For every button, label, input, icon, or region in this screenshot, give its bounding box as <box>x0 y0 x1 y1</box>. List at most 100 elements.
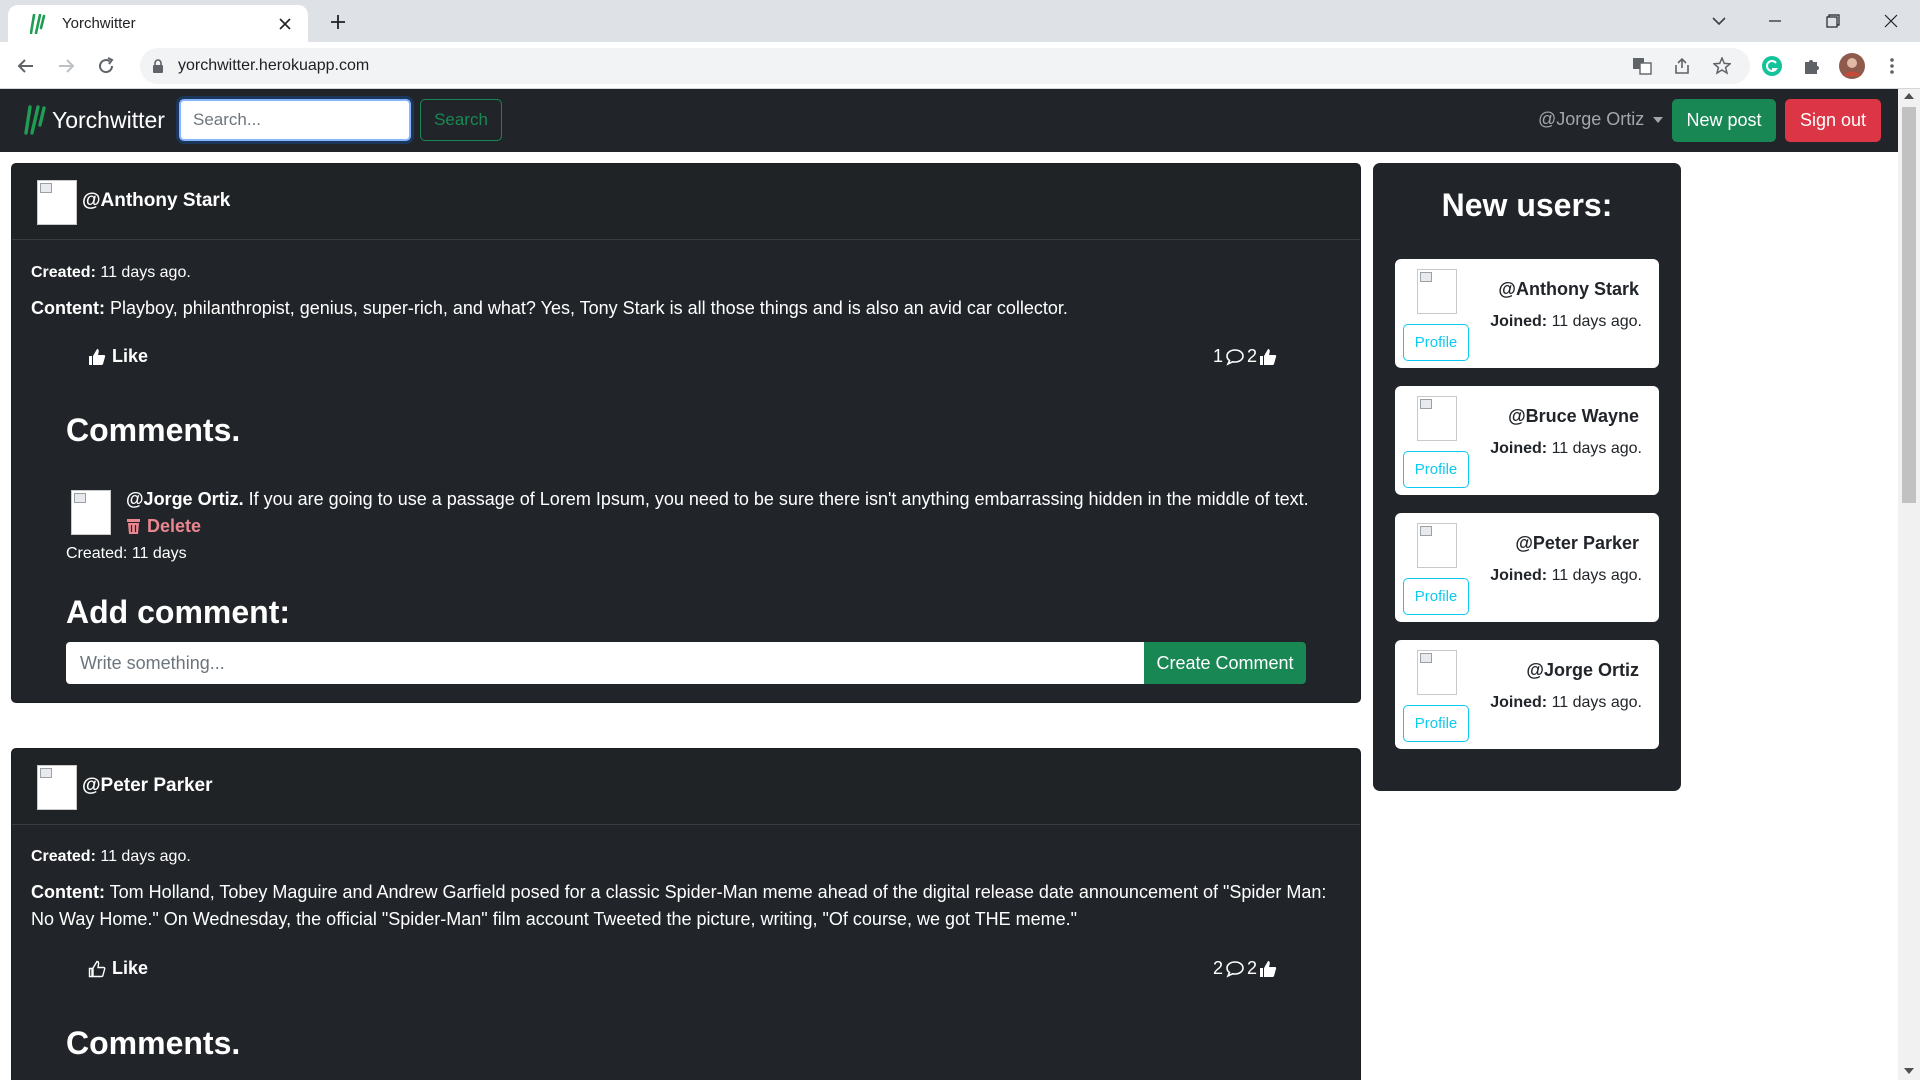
user-card-joined: Joined: 11 days ago. <box>1490 567 1642 585</box>
scrollbar-thumb[interactable] <box>1902 107 1916 503</box>
search-input[interactable] <box>179 99 411 141</box>
post-author[interactable]: @Peter Parker <box>82 775 213 797</box>
thumbs-up-filled-icon <box>89 348 106 365</box>
created-value: 11 days ago. <box>100 848 191 865</box>
profile-button[interactable]: Profile <box>1403 451 1469 488</box>
new-users-sidebar: New users: @Anthony Stark Joined: 11 day… <box>1373 163 1681 791</box>
post-created: Created: 11 days ago. <box>31 264 191 282</box>
translate-icon[interactable] <box>1630 54 1654 78</box>
post-author[interactable]: @Anthony Stark <box>82 190 230 212</box>
brand-link[interactable]: Yorchwitter <box>24 105 165 135</box>
content-text: Playboy, philanthropist, genius, super-r… <box>110 298 1068 318</box>
post-stats: 2 2 <box>1213 958 1279 979</box>
comment-bubble-icon <box>1226 348 1244 366</box>
extensions-puzzle-icon[interactable] <box>1799 53 1825 79</box>
trash-icon <box>127 519 140 534</box>
brand-name: Yorchwitter <box>52 106 165 133</box>
tab-title: Yorchwitter <box>62 15 136 32</box>
like-count: 2 <box>1247 958 1258 978</box>
profile-avatar[interactable] <box>1839 53 1865 79</box>
comments-heading: Comments. <box>66 412 241 448</box>
url-text: yorchwitter.herokuapp.com <box>178 57 370 74</box>
comment-count: 1 <box>1213 346 1224 366</box>
post-header: @Anthony Stark <box>12 164 1360 240</box>
back-icon[interactable] <box>12 52 40 80</box>
comment-author[interactable]: @Jorge Ortiz. <box>126 489 244 509</box>
yorchwitter-logo-icon <box>24 105 46 135</box>
user-card: @Jorge Ortiz Joined: 11 days ago. Profil… <box>1395 640 1659 749</box>
content-text: Tom Holland, Tobey Maguire and Andrew Ga… <box>31 882 1327 929</box>
tab-search-chevron-icon[interactable] <box>1704 7 1734 35</box>
thumbs-up-filled-icon <box>1260 960 1277 977</box>
comment-count: 2 <box>1213 958 1224 978</box>
joined-label: Joined: <box>1490 313 1548 330</box>
commenter-avatar <box>71 490 111 535</box>
like-button[interactable]: Like <box>88 958 148 979</box>
grammarly-extension-icon[interactable] <box>1759 53 1785 79</box>
user-card: @Peter Parker Joined: 11 days ago. Profi… <box>1395 513 1659 622</box>
joined-value: 11 days ago. <box>1551 567 1642 584</box>
restore-icon[interactable] <box>1818 7 1848 35</box>
new-tab-icon[interactable] <box>325 9 351 35</box>
thumbs-up-outline-icon <box>88 960 106 977</box>
comment-bubble-icon <box>1226 960 1244 978</box>
comment-created: Created: 11 days <box>66 545 187 562</box>
profile-button[interactable]: Profile <box>1403 705 1469 742</box>
created-label: Created: <box>31 848 96 865</box>
browser-tab-strip: Yorchwitter <box>0 0 1920 42</box>
user-menu-label: @Jorge Ortiz <box>1538 109 1645 129</box>
user-card-joined: Joined: 11 days ago. <box>1490 440 1642 458</box>
user-card-name: @Jorge Ortiz <box>1526 660 1639 680</box>
create-comment-button[interactable]: Create Comment <box>1144 642 1306 684</box>
sign-out-button[interactable]: Sign out <box>1785 99 1881 142</box>
chrome-menu-icon[interactable] <box>1879 53 1905 79</box>
user-card-name: @Bruce Wayne <box>1508 406 1639 426</box>
comment-text: If you are going to use a passage of Lor… <box>248 489 1309 509</box>
post-card: @Peter Parker Created: 11 days ago. Cont… <box>11 748 1361 1080</box>
forward-icon[interactable] <box>52 52 80 80</box>
user-avatar <box>1417 396 1457 441</box>
profile-button[interactable]: Profile <box>1403 324 1469 361</box>
user-avatar <box>1417 650 1457 695</box>
content-label: Content: <box>31 298 105 318</box>
delete-comment-link[interactable]: Delete <box>126 516 201 537</box>
scroll-down-arrow-icon[interactable] <box>1904 1068 1914 1074</box>
browser-toolbar: yorchwitter.herokuapp.com <box>0 42 1920 89</box>
comment-body: @Jorge Ortiz. If you are going to use a … <box>126 489 1309 510</box>
address-bar[interactable]: yorchwitter.herokuapp.com <box>140 48 1750 84</box>
joined-label: Joined: <box>1490 567 1548 584</box>
created-value: 11 days ago. <box>100 264 191 281</box>
lock-icon[interactable] <box>150 58 166 74</box>
search-button[interactable]: Search <box>420 99 502 141</box>
created-label: Created: <box>31 264 96 281</box>
browser-tab[interactable]: Yorchwitter <box>8 5 308 42</box>
bookmark-star-icon[interactable] <box>1710 54 1734 78</box>
comment-input[interactable] <box>66 642 1144 684</box>
close-tab-icon[interactable] <box>274 13 296 35</box>
post-content: Content: Playboy, philanthropist, genius… <box>31 295 1331 322</box>
page-scrollbar[interactable] <box>1898 89 1920 1080</box>
joined-value: 11 days ago. <box>1551 313 1642 330</box>
reload-icon[interactable] <box>92 52 120 80</box>
post-header: @Peter Parker <box>12 749 1360 825</box>
like-button[interactable]: Like <box>88 346 148 367</box>
close-window-icon[interactable] <box>1876 7 1906 35</box>
joined-label: Joined: <box>1490 694 1548 711</box>
share-icon[interactable] <box>1670 54 1694 78</box>
profile-button[interactable]: Profile <box>1403 578 1469 615</box>
scroll-up-arrow-icon[interactable] <box>1904 93 1914 99</box>
add-comment-heading: Add comment: <box>66 594 290 630</box>
minimize-icon[interactable] <box>1760 7 1790 35</box>
comments-heading: Comments. <box>66 1025 241 1061</box>
content-label: Content: <box>31 882 105 902</box>
user-menu-dropdown[interactable]: @Jorge Ortiz <box>1538 109 1664 130</box>
author-avatar <box>37 180 77 225</box>
new-post-button[interactable]: New post <box>1672 99 1776 142</box>
post-created: Created: 11 days ago. <box>31 848 191 866</box>
user-avatar <box>1417 523 1457 568</box>
post-stats: 1 2 <box>1213 346 1279 367</box>
joined-value: 11 days ago. <box>1551 440 1642 457</box>
app-navbar: Yorchwitter Search @Jorge Ortiz New post… <box>0 89 1898 152</box>
joined-value: 11 days ago. <box>1551 694 1642 711</box>
user-card-joined: Joined: 11 days ago. <box>1490 313 1642 331</box>
